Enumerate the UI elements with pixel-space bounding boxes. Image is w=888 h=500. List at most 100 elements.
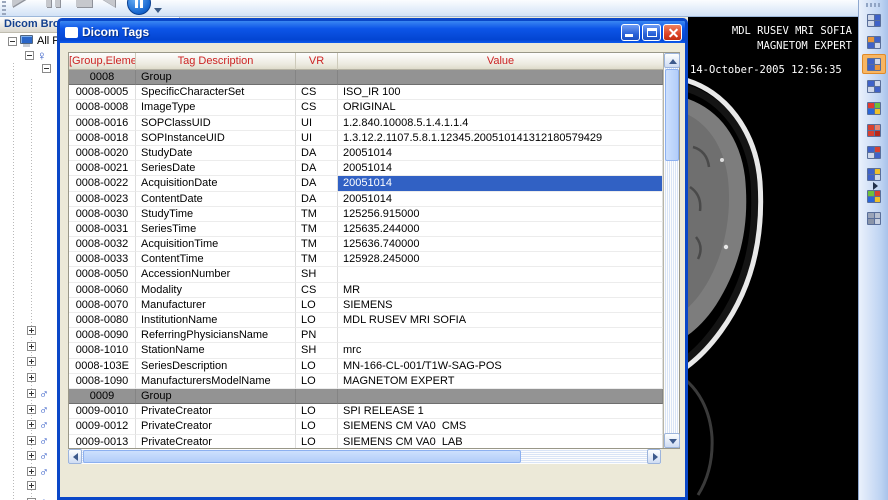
table-cell[interactable]: 0008-0060	[69, 282, 136, 298]
scroll-left-button[interactable]	[68, 449, 82, 464]
layout-grid-button-1[interactable]	[862, 10, 886, 30]
table-cell[interactable]: SIEMENS	[338, 297, 663, 313]
patient-tree-item[interactable]	[27, 341, 36, 351]
header-cell-group-element[interactable]: [Group,Element]	[69, 53, 136, 70]
horizontal-scroll-track[interactable]	[521, 449, 647, 464]
scroll-down-button[interactable]	[664, 433, 680, 448]
table-cell[interactable]: 0008-0016	[69, 115, 136, 131]
table-cell[interactable]: DA	[296, 176, 338, 192]
collapse-icon[interactable]	[25, 51, 34, 60]
table-cell[interactable]: 0008-0020	[69, 145, 136, 162]
table-cell[interactable]: PrivateCreator	[136, 419, 296, 435]
table-cell[interactable]: 0009	[69, 388, 136, 405]
toolbar-drag-handle[interactable]	[866, 3, 882, 7]
table-row[interactable]: 0008-0030 StudyTime TM 125256.915000	[69, 206, 663, 222]
table-cell[interactable]: CS	[296, 282, 338, 298]
table-cell[interactable]: 0008-0070	[69, 297, 136, 313]
table-cell[interactable]: 20051014	[338, 145, 663, 162]
play-button[interactable]	[12, 0, 38, 15]
table-cell[interactable]: 0008-103E	[69, 358, 136, 374]
table-cell[interactable]: ManufacturersModelName	[136, 373, 296, 389]
table-cell[interactable]: CS	[296, 85, 338, 101]
patient-tree-item[interactable]	[27, 372, 36, 382]
table-cell[interactable]: 0008-0023	[69, 191, 136, 207]
step-back-button[interactable]	[100, 0, 126, 15]
stop-button[interactable]	[76, 0, 102, 16]
table-row[interactable]: 0008-0070 Manufacturer LO SIEMENS	[69, 297, 663, 313]
table-cell[interactable]: 0008-0030	[69, 206, 136, 222]
scroll-right-button[interactable]	[647, 449, 661, 464]
table-cell[interactable]	[338, 328, 663, 344]
table-cell[interactable]: 0009-0012	[69, 419, 136, 435]
table-cell[interactable]: CS	[296, 100, 338, 116]
table-cell[interactable]: ORIGINAL	[338, 100, 663, 116]
table-cell[interactable]: AccessionNumber	[136, 267, 296, 283]
toolbar-expand-button[interactable]	[873, 182, 878, 190]
table-cell[interactable]: PN	[296, 328, 338, 344]
table-cell[interactable]: ContentTime	[136, 252, 296, 268]
collapse-icon[interactable]	[8, 36, 17, 46]
table-cell[interactable]: 0008-0031	[69, 221, 136, 238]
layout-grid-button-6[interactable]	[862, 164, 886, 184]
table-cell[interactable]: TM	[296, 221, 338, 238]
table-cell[interactable]: LO	[296, 358, 338, 374]
windows-logo-gray-button[interactable]	[862, 208, 886, 228]
table-cell[interactable]	[296, 70, 338, 86]
table-cell[interactable]: Group	[136, 70, 296, 86]
table-cell[interactable]: SeriesDate	[136, 161, 296, 177]
expand-icon[interactable]	[27, 435, 36, 445]
table-cell[interactable]: 0008-0080	[69, 313, 136, 329]
table-row[interactable]: 0009 Group	[69, 388, 663, 405]
header-cell-value[interactable]: Value	[338, 53, 663, 70]
expand-icon[interactable]	[27, 389, 36, 398]
expand-icon[interactable]	[27, 420, 36, 429]
table-row[interactable]: 0008-0018 SOPInstanceUID UI 1.3.12.2.1107.5…	[69, 130, 663, 146]
mri-viewer[interactable]: MDL RUSEV MRI SOFIA MAGNETOM EXPERT 14-O…	[688, 17, 858, 500]
table-row[interactable]: 0009-0012 PrivateCreator LO SIEMENS CM VA0 …	[69, 419, 663, 435]
table-cell[interactable]: 0008	[69, 70, 136, 86]
table-cell[interactable]: 0008-1090	[69, 373, 136, 389]
expand-icon[interactable]	[27, 451, 36, 460]
table-cell[interactable]: StudyTime	[136, 206, 296, 222]
table-cell[interactable]: 125636.740000	[338, 237, 663, 253]
patient-tree-item[interactable]: ♂	[27, 387, 49, 400]
windows-logo-button[interactable]	[862, 98, 886, 118]
table-cell[interactable]: 0008-0033	[69, 252, 136, 268]
table-row[interactable]: 0008-0032 AcquisitionTime TM 125636.740000	[69, 237, 663, 253]
patient-tree-item[interactable]: ♂	[27, 418, 49, 431]
layout-grid-button-5[interactable]	[862, 142, 886, 162]
tree-item-study[interactable]	[42, 64, 51, 73]
table-row[interactable]: 0008-0016 SOPClassUID UI 1.2.840.10008.5.1.…	[69, 115, 663, 131]
patient-tree-item[interactable]: ♀	[27, 496, 49, 500]
table-cell[interactable]: SeriesDescription	[136, 358, 296, 374]
expand-icon[interactable]	[27, 341, 36, 351]
dialog-titlebar[interactable]: Dicom Tags	[60, 21, 685, 43]
table-cell[interactable]: TM	[296, 206, 338, 222]
toolbar-overflow-button[interactable]	[154, 8, 162, 13]
patient-tree-item[interactable]: ♂	[27, 465, 49, 478]
table-cell[interactable]: LO	[296, 434, 338, 448]
expand-icon[interactable]	[27, 466, 36, 476]
table-row[interactable]: 0008-0021 SeriesDate DA 20051014	[69, 161, 663, 177]
patient-tree-item[interactable]: ♂	[27, 434, 49, 447]
table-cell[interactable]: 20051014	[338, 191, 663, 207]
table-cell[interactable]: 0008-0008	[69, 100, 136, 116]
table-cell[interactable]: SH	[296, 267, 338, 283]
table-row[interactable]: 0008-0033 ContentTime TM 125928.245000	[69, 252, 663, 268]
table-cell[interactable]: ReferringPhysiciansName	[136, 328, 296, 344]
table-cell[interactable]: AcquisitionTime	[136, 237, 296, 253]
table-cell[interactable]: SIEMENS CM VA0 LAB	[338, 434, 663, 448]
table-cell[interactable]: 20051014	[338, 161, 663, 177]
table-cell[interactable]: MAGNETOM EXPERT	[338, 373, 663, 389]
table-row[interactable]: 0008-1010 StationName SH mrc	[69, 343, 663, 359]
table-cell[interactable]: SIEMENS CM VA0 CMS	[338, 419, 663, 435]
vertical-scroll-track[interactable]	[664, 162, 679, 433]
expand-icon[interactable]	[27, 357, 36, 366]
tree-item-patient[interactable]: ♀	[25, 49, 47, 62]
table-cell[interactable]: 0008-0018	[69, 130, 136, 146]
table-cell[interactable]: ContentDate	[136, 191, 296, 207]
table-cell[interactable]	[338, 70, 663, 86]
table-cell[interactable]: SOPInstanceUID	[136, 130, 296, 146]
table-cell[interactable]: DA	[296, 191, 338, 207]
table-cell[interactable]: TM	[296, 237, 338, 253]
